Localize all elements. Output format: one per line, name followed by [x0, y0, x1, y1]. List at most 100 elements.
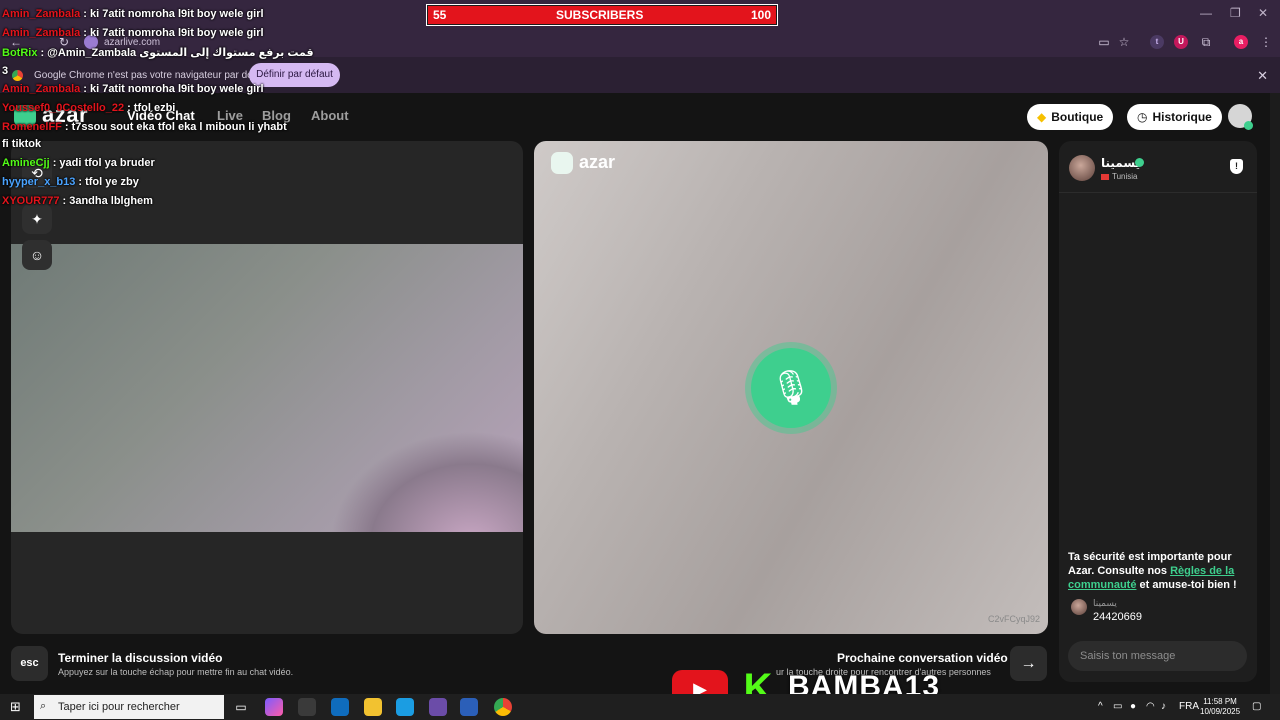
extensions-puzzle-icon[interactable]: ⧉ [1198, 34, 1214, 50]
clock-icon: ◷ [1137, 110, 1148, 124]
chrome-logo-icon [12, 70, 23, 81]
safety-notice: Ta sécurité est importante pour Azar. Co… [1068, 550, 1250, 592]
boutique-button[interactable]: ◆ Boutique [1027, 104, 1114, 130]
extension-icon[interactable]: t [1150, 35, 1164, 49]
esc-button[interactable]: esc [11, 646, 48, 681]
historique-button[interactable]: ◷ Historique [1127, 104, 1222, 130]
chat-username: RomenelFF [2, 121, 62, 133]
chat-text: fi tiktok [2, 138, 42, 150]
chat-username: Amin_Zambala [2, 27, 81, 39]
message-text: 24420669 [1093, 611, 1142, 623]
chat-message: 3 [2, 65, 8, 77]
cast-icon[interactable]: ▭ [1096, 34, 1112, 50]
chat-text: : ki 7atit nomroha l9it boy wele girl [83, 8, 264, 20]
chat-text: : 3andha lblghem [62, 195, 153, 207]
file-explorer-icon[interactable] [364, 698, 382, 716]
end-chat-title: Terminer la discussion vidéo [58, 651, 223, 665]
store-icon[interactable] [298, 698, 316, 716]
profile-avatar[interactable]: a [1234, 35, 1248, 49]
nav-about[interactable]: About [311, 108, 349, 123]
chat-message: hyyper_x_b13: tfol ye zby [2, 176, 139, 188]
language-indicator[interactable]: FRA [1179, 701, 1199, 712]
network-icon[interactable]: ▭ [1113, 701, 1122, 712]
remote-user-id: C2vFCyqJ92 [988, 614, 1041, 624]
chat-text: : yadi tfol ya bruder [52, 157, 155, 169]
clock-date: 10/09/2025 [1200, 707, 1241, 716]
notifications-icon[interactable]: ▢ [1252, 701, 1261, 712]
self-camera-feed [11, 244, 523, 532]
watermark-text: azar [579, 152, 616, 172]
chat-message: fi tiktok [2, 138, 41, 150]
chrome-taskbar-icon[interactable] [494, 698, 512, 716]
peer-avatar[interactable] [1069, 155, 1095, 181]
report-shield-icon[interactable]: ! [1230, 159, 1243, 174]
online-badge [1244, 121, 1253, 130]
subscriber-goal: 100 [751, 8, 772, 22]
tray-chevron-icon[interactable]: ^ [1098, 701, 1103, 712]
chat-message: Youssef0_0Costello_22: tfol ezbi [2, 102, 175, 114]
chat-message: RomenelFF: t7ssou sout eka tfol eka l mi… [2, 121, 287, 133]
outlook-icon[interactable] [331, 698, 349, 716]
chat-username: Amin_Zambala [2, 83, 81, 95]
task-view-icon[interactable]: ▭ [232, 698, 250, 716]
chat-message: BotRix: @Amin_Zambala قمت برفع مستواك إل… [2, 46, 314, 59]
chat-username: AmineCjj [2, 157, 50, 169]
app-icon[interactable] [429, 698, 447, 716]
next-chat-title: Prochaine conversation vidéo [837, 651, 1008, 665]
chat-text: 3 [2, 65, 9, 77]
search-icon: ⌕ [40, 700, 47, 712]
chat-text: : ki 7atit nomroha l9it boy wele girl [83, 27, 264, 39]
verified-icon [1135, 158, 1144, 167]
peer-country: Tunisia [1101, 172, 1138, 181]
mic-tray-icon[interactable]: ● [1130, 701, 1136, 712]
chat-message: XYOUR777: 3andha lblghem [2, 195, 153, 207]
volume-icon[interactable]: ♪ [1161, 701, 1166, 712]
remote-azar-watermark: azar [551, 152, 616, 175]
chat-text: : tfol ezbi [127, 102, 176, 114]
chat-panel [1059, 141, 1257, 682]
close-infobar-icon[interactable]: ✕ [1257, 68, 1268, 84]
divider [1059, 192, 1257, 193]
subscriber-label: SUBSCRIBERS [556, 8, 644, 22]
chat-username: Amin_Zambala [2, 8, 81, 20]
safety-text-end: et amuse-toi bien ! [1136, 579, 1237, 591]
menu-kebab-icon[interactable]: ⋮ [1258, 34, 1274, 50]
clock-time: 11:58 PM [1203, 697, 1237, 706]
message-input[interactable]: Saisis ton message [1068, 641, 1247, 671]
effects-sparkle-icon[interactable]: ✦ [22, 204, 52, 234]
chat-message: Amin_Zambala: ki 7atit nomroha l9it boy … [2, 8, 264, 20]
taskbar-clock[interactable]: 11:58 PM 10/09/2025 [1200, 697, 1240, 717]
restore-button[interactable]: ❐ [1230, 6, 1241, 20]
chat-username: hyyper_x_b13 [2, 176, 76, 188]
taskbar-search-input[interactable]: Taper ici pour rechercher [34, 695, 224, 719]
chat-text: : t7ssou sout eka tfol eka l miboun li y… [64, 121, 287, 133]
chat-username: Youssef0_0Costello_22 [2, 102, 125, 114]
microphone-icon[interactable]: 🎙 [751, 348, 831, 428]
subscriber-current: 55 [433, 8, 447, 22]
chat-text: : tfol ye zby [78, 176, 139, 188]
chat-username: XYOUR777 [2, 195, 60, 207]
chat-message: AmineCjj: yadi tfol ya bruder [2, 157, 155, 169]
gem-icon: ◆ [1037, 110, 1047, 124]
edge-icon[interactable] [396, 698, 414, 716]
wifi-icon[interactable]: ◠ [1146, 701, 1155, 712]
copilot-icon[interactable] [265, 698, 283, 716]
app-icon[interactable] [460, 698, 478, 716]
chat-text: : @Amin_Zambala قمت برفع مستواك إلى المس… [40, 47, 314, 59]
close-window-button[interactable]: ✕ [1258, 6, 1268, 20]
extension-icon[interactable]: U [1174, 35, 1188, 49]
infobar-text: Google Chrome n'est pas votre navigateur… [34, 70, 270, 81]
chat-username: BotRix [2, 47, 38, 59]
emoji-icon[interactable]: ☺ [22, 240, 52, 270]
tunisia-flag-icon [1101, 173, 1109, 180]
message-avatar [1071, 599, 1087, 615]
windows-start-icon[interactable]: ⊞ [10, 700, 24, 714]
boutique-label: Boutique [1051, 110, 1104, 124]
chat-message: Amin_Zambala: ki 7atit nomroha l9it boy … [2, 83, 264, 95]
end-chat-hint: Appuyez sur la touche échap pour mettre … [58, 667, 294, 677]
bookmark-star-icon[interactable]: ☆ [1116, 34, 1132, 50]
next-arrow-button[interactable]: → [1010, 646, 1047, 681]
minimize-button[interactable]: — [1200, 6, 1212, 20]
scrollbar[interactable] [1270, 93, 1280, 694]
historique-label: Historique [1152, 110, 1212, 124]
